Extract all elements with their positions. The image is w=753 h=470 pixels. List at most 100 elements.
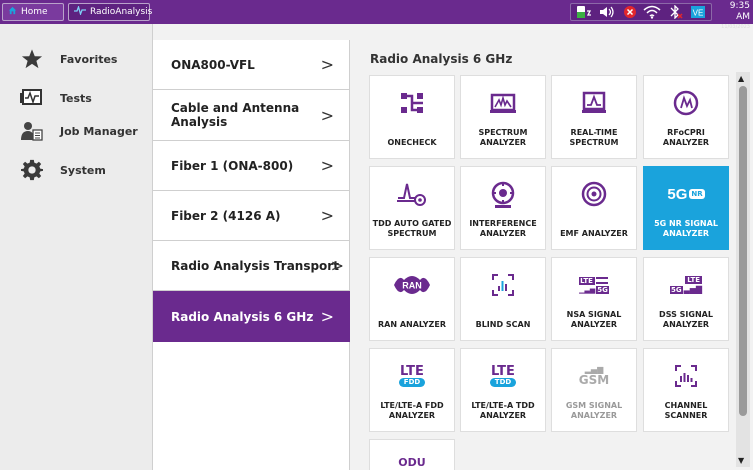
nsa-icon: LTE ▁▃▅ 5G: [552, 270, 636, 300]
dss-icon: LTE 5G ▃▅▇: [644, 270, 728, 300]
channel-scanner-icon: [644, 361, 728, 391]
job-manager-icon: [20, 119, 44, 143]
list-item-label: Fiber 2 (4126 A): [171, 208, 281, 223]
lte-text: LTE: [400, 364, 424, 379]
nav-item-system[interactable]: System: [0, 155, 150, 185]
mute-icon[interactable]: [620, 5, 640, 19]
tile-label: INTERFERENCE ANALYZER: [469, 219, 537, 238]
status-tray[interactable]: VE: [570, 3, 712, 21]
nav-label: System: [60, 163, 106, 177]
tile-ran-analyzer[interactable]: RAN RAN ANALYZER: [369, 257, 455, 341]
tile-nsa-signal-analyzer[interactable]: LTE ▁▃▅ 5G NSA SIGNAL ANALYZER: [551, 257, 637, 341]
tile-onecheck[interactable]: ONECHECK: [369, 75, 455, 159]
tile-label: ONECHECK: [387, 138, 437, 147]
list-item-label: Radio Analysis Transport: [171, 258, 339, 273]
5g-badge: 5G: [596, 285, 609, 294]
scroll-down-icon[interactable]: ▼: [738, 456, 744, 465]
chevron-right-icon: >: [320, 307, 334, 326]
speaker-icon[interactable]: [597, 5, 617, 19]
odu-icon: ODU: [370, 456, 454, 470]
tile-emf-analyzer[interactable]: EMF ANALYZER: [551, 166, 637, 250]
tile-label: LTE/LTE-A TDD ANALYZER: [471, 401, 535, 420]
5g-badge: 5G: [669, 286, 683, 294]
nav-item-favorites[interactable]: Favorites: [0, 44, 150, 74]
bars-glyph: ▁▃▅: [579, 285, 596, 294]
interference-icon: [461, 179, 545, 209]
remote-ve-icon[interactable]: VE: [688, 5, 708, 19]
tile-gsm-signal-analyzer[interactable]: ▂▄▆ GSM GSM SIGNAL ANALYZER: [551, 348, 637, 432]
realtime-spectrum-icon: [552, 88, 636, 118]
tile-realtime-spectrum[interactable]: REAL-TIME SPECTRUM: [551, 75, 637, 159]
lines-glyph: [596, 277, 609, 284]
lte-badge: LTE: [685, 276, 703, 284]
tile-label: GSM SIGNAL ANALYZER: [565, 401, 623, 420]
radioanalysis-tab[interactable]: RadioAnalysis: [68, 3, 153, 21]
chevron-right-icon: >: [320, 55, 334, 74]
clock-time: 9:35 AM: [729, 1, 750, 22]
ran-text: RAN: [402, 281, 422, 291]
emf-icon: [552, 179, 636, 209]
tile-channel-scanner[interactable]: CHANNEL SCANNER: [643, 348, 729, 432]
bluetooth-off-icon[interactable]: [665, 5, 685, 19]
scroll-up-icon[interactable]: ▲: [738, 74, 744, 83]
list-item-label: Radio Analysis 6 GHz: [171, 309, 314, 324]
home-tab-label: Home: [21, 7, 48, 17]
wifi-icon[interactable]: [642, 5, 662, 19]
tile-rfocpri-analyzer[interactable]: RFoCPRI ANALYZER: [643, 75, 729, 159]
scrollbar-thumb[interactable]: [739, 86, 747, 416]
tile-blind-scan[interactable]: BLIND SCAN: [460, 257, 546, 341]
rfocpri-icon: [644, 88, 728, 118]
radioanalysis-tab-label: RadioAnalysis: [90, 7, 153, 17]
chevron-right-icon: >: [320, 206, 334, 225]
list-item-label: ONA800-VFL: [171, 57, 255, 72]
tile-spectrum-analyzer[interactable]: SPECTRUM ANALYZER: [460, 75, 546, 159]
chevron-right-icon: >: [320, 105, 334, 125]
nav-item-job-manager[interactable]: Job Manager: [0, 116, 150, 146]
list-item-selected[interactable]: Radio Analysis 6 GHz >: [153, 291, 350, 342]
scrollbar[interactable]: ▲ ▼: [736, 72, 750, 467]
tdd-gated-icon: [370, 179, 454, 209]
tile-lte-tdd-analyzer[interactable]: LTE TDD LTE/LTE-A TDD ANALYZER: [460, 348, 546, 432]
bars-glyph: ▃▅▇: [683, 285, 703, 294]
left-nav: Favorites Tests Job Manager System: [0, 24, 153, 470]
tile-label: SPECTRUM ANALYZER: [478, 128, 528, 147]
test-category-list: ONA800-VFL > Cable and Antenna Analysis …: [153, 40, 350, 470]
lte-text: LTE: [491, 364, 515, 379]
tests-icon: [20, 86, 44, 110]
home-icon: [8, 6, 17, 18]
tile-label: 5G NR SIGNAL ANALYZER: [654, 219, 718, 238]
tile-odu[interactable]: ODU: [369, 439, 455, 470]
tile-label: RAN ANALYZER: [378, 320, 446, 329]
battery-charging-icon: [574, 5, 594, 19]
ran-icon: RAN: [370, 270, 454, 300]
list-item[interactable]: Fiber 2 (4126 A) >: [153, 191, 350, 241]
list-item[interactable]: Radio Analysis Transport >: [153, 241, 350, 291]
tdd-badge: TDD: [489, 378, 517, 387]
5gnr-icon: 5G NR: [644, 179, 728, 209]
nr-badge: NR: [689, 189, 705, 199]
clock: 9:35 AM 11/03/2023: [714, 1, 750, 31]
tile-label: TDD AUTO GATED SPECTRUM: [372, 219, 452, 238]
gsm-icon: ▂▄▆ GSM: [552, 361, 636, 391]
list-item[interactable]: Fiber 1 (ONA-800) >: [153, 141, 350, 191]
tile-label: EMF ANALYZER: [560, 229, 628, 238]
lte-badge: LTE: [579, 276, 596, 285]
tile-5g-nr-signal-analyzer[interactable]: 5G NR 5G NR SIGNAL ANALYZER: [643, 166, 729, 250]
tile-label: NSA SIGNAL ANALYZER: [566, 310, 622, 329]
chevron-right-icon: >: [320, 156, 334, 175]
tile-tdd-auto-gated[interactable]: TDD AUTO GATED SPECTRUM: [369, 166, 455, 250]
tile-dss-signal-analyzer[interactable]: LTE 5G ▃▅▇ DSS SIGNAL ANALYZER: [643, 257, 729, 341]
tile-interference-analyzer[interactable]: INTERFERENCE ANALYZER: [460, 166, 546, 250]
blind-scan-icon: [461, 270, 545, 300]
home-tab[interactable]: Home: [2, 3, 64, 21]
clock-date: 11/03/2023: [721, 24, 750, 30]
list-item[interactable]: Cable and Antenna Analysis >: [153, 90, 350, 141]
onecheck-icon: [370, 88, 454, 118]
tile-label: REAL-TIME SPECTRUM: [569, 128, 619, 147]
spectrum-analyzer-icon: [461, 88, 545, 118]
tile-lte-fdd-analyzer[interactable]: LTE FDD LTE/LTE-A FDD ANALYZER: [369, 348, 455, 432]
chevron-right-icon: >: [330, 256, 344, 275]
tile-label: BLIND SCAN: [475, 320, 531, 329]
list-item[interactable]: ONA800-VFL >: [153, 40, 350, 90]
nav-item-tests[interactable]: Tests: [0, 83, 150, 113]
